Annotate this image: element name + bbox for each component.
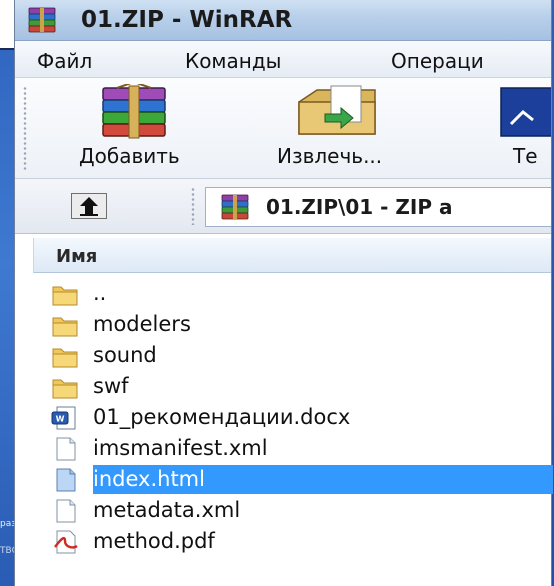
file-icon (56, 437, 76, 461)
file-row-selected[interactable]: index.html (33, 464, 553, 495)
menu-file[interactable]: Файл (37, 49, 92, 73)
test-button-label: Те (513, 144, 538, 168)
pdf-icon (54, 530, 78, 554)
up-folder-button[interactable] (71, 193, 107, 219)
folder-icon (52, 286, 78, 306)
file-icon (56, 499, 76, 523)
file-name: metadata.xml (93, 498, 241, 522)
title-bar[interactable]: 01.ZIP - WinRAR (15, 0, 551, 41)
folder-icon (52, 317, 78, 337)
add-button-label: Добавить (79, 144, 180, 168)
folder-icon (52, 348, 78, 368)
file-name: sound (93, 343, 157, 367)
file-row[interactable]: swf (33, 371, 551, 402)
add-button[interactable]: Добавить (61, 82, 251, 176)
file-name: imsmanifest.xml (93, 436, 268, 460)
file-row[interactable]: .. (33, 278, 551, 309)
test-icon (500, 87, 551, 137)
file-name: swf (93, 374, 129, 398)
archive-path-field[interactable]: 01.ZIP\01 - ZIP a (205, 187, 551, 227)
extract-icon (298, 85, 376, 135)
file-name: modelers (93, 312, 191, 336)
up-arrow-icon (80, 197, 98, 216)
file-row[interactable]: metadata.xml (33, 495, 551, 526)
file-list: Имя .. modelers sound swf W 01_рекоменда… (15, 234, 553, 586)
file-row[interactable]: method.pdf (33, 526, 551, 557)
address-bar: 01.ZIP\01 - ZIP a (15, 179, 551, 234)
menu-operations[interactable]: Операци (391, 49, 484, 73)
file-name: index.html (93, 465, 213, 494)
file-name: .. (93, 281, 107, 305)
svg-text:W: W (56, 415, 65, 424)
folder-icon (52, 379, 78, 399)
winrar-icon (28, 7, 56, 33)
extract-button-label: Извлечь... (277, 144, 383, 168)
window-title: 01.ZIP - WinRAR (81, 7, 293, 33)
archive-path: 01.ZIP\01 - ZIP a (266, 195, 453, 219)
column-header-name[interactable]: Имя (33, 238, 551, 273)
add-archive-icon (102, 84, 166, 139)
html-file-icon (56, 468, 76, 492)
word-document-icon: W (51, 406, 76, 430)
toolbar: Добавить Извлечь... Те (15, 78, 551, 179)
winrar-window: 01.ZIP - WinRAR Файл Команды Операци Доб… (14, 0, 553, 586)
address-grip[interactable] (191, 187, 195, 225)
file-name: 01_рекомендации.docx (93, 405, 351, 429)
file-name: method.pdf (93, 529, 215, 553)
extract-button[interactable]: Извлечь... (267, 82, 457, 176)
column-header-label: Имя (56, 246, 98, 267)
menu-commands[interactable]: Команды (185, 49, 281, 73)
test-button[interactable]: Те (485, 82, 551, 176)
toolbar-grip[interactable] (23, 86, 27, 170)
file-row[interactable]: imsmanifest.xml (33, 433, 551, 464)
file-row[interactable]: W 01_рекомендации.docx (33, 402, 551, 433)
file-row[interactable]: modelers (33, 309, 551, 340)
winrar-archive-icon (221, 194, 249, 220)
file-row[interactable]: sound (33, 340, 551, 371)
menu-bar: Файл Команды Операци (15, 41, 551, 78)
